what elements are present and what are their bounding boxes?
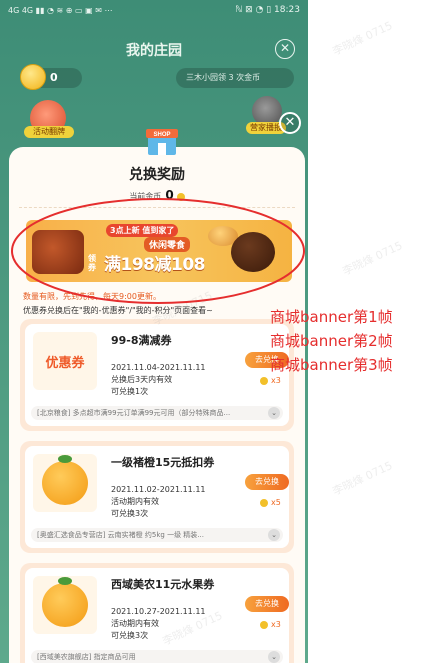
rules-note: 优惠券兑换后在"我的-优惠券"/"我的-积分"页面查看~ — [23, 306, 213, 315]
watermark: 李晓烽 0715 — [330, 458, 395, 498]
banner-tag: 3点上新 值到家了 — [106, 224, 179, 237]
coupon-footer-text: [西域美农旗舰店] 指定商品可用 — [37, 653, 136, 661]
coin-icon — [20, 64, 46, 90]
coupon-card-body: 西域美农11元水果券 2021.10.27-2021.11.11 活动期内有效 … — [25, 568, 289, 663]
coupon-limit: 可兑换3次 — [111, 631, 149, 640]
banner-headline: 满198减108 — [104, 255, 205, 275]
gold-value: 0 — [165, 188, 174, 202]
chevron-down-icon[interactable]: ⌄ — [268, 651, 280, 663]
status-clock: ℕ ⊠ ◔ ▯ 18:23 — [235, 5, 300, 15]
modal-title: 兑换奖励 — [129, 167, 185, 183]
chevron-down-icon[interactable]: ⌄ — [268, 529, 280, 541]
redeem-modal: SHOP 兑换奖励 当前金币 0 3点上新 值到家了 休闲零食 领券 满198减1… — [9, 129, 305, 663]
watermark: 李晓烽 0715 — [330, 18, 395, 58]
coupon-validity: 活动期内有效 — [111, 619, 159, 628]
coupon-footer[interactable]: [北京粮食] 多点超市满99元订单满99元可用（部分特殊商品... ⌄ — [31, 406, 283, 420]
coupon-name: 西域美农11元水果券 — [111, 578, 215, 591]
status-icons: 4G 4G ▮▮ ◔ ≋ ⊕ ▭ ▣ ✉ ⋯ — [8, 5, 113, 15]
coupon-cost: x3 — [260, 376, 281, 385]
coupon-card: 一级褚橙15元抵扣券 2021.11.02-2021.11.11 活动期内有效 … — [20, 441, 294, 553]
coupon-date: 2021.11.02-2021.11.11 — [111, 485, 206, 494]
status-bar: 4G 4G ▮▮ ◔ ≋ ⊕ ▭ ▣ ✉ ⋯ ℕ ⊠ ◔ ▯ 18:23 — [0, 0, 308, 20]
phone-screen: 4G 4G ▮▮ ◔ ≋ ⊕ ▭ ▣ ✉ ⋯ ℕ ⊠ ◔ ▯ 18:23 我的庄… — [0, 0, 308, 663]
orange-image — [42, 577, 88, 627]
update-note: 数量有限，先到先得，每天9:00更新。 — [23, 292, 161, 301]
redeem-button[interactable]: 去兑换 — [245, 596, 289, 612]
coupon-validity: 活动期内有效 — [111, 497, 159, 506]
chevron-down-icon[interactable]: ⌄ — [268, 407, 280, 419]
coupon-date: 2021.11.04-2021.11.11 — [111, 363, 206, 372]
annotation-frame-1: 商城banner第1帧 — [270, 308, 393, 326]
farm-tip-pill[interactable]: 三木小园领 3 次金币 — [176, 68, 294, 88]
coupon-name: 99-8满减券 — [111, 334, 172, 347]
gold-balance-row: 当前金币 0 — [9, 188, 305, 202]
coupon-card: 西域美农11元水果券 2021.10.27-2021.11.11 活动期内有效 … — [20, 563, 294, 663]
farm-title: 我的庄园 — [126, 43, 182, 59]
coupon-card-body: 优惠券 99-8满减券 2021.11.04-2021.11.11 兑换后3天内… — [25, 324, 289, 426]
annotation-frame-2: 商城banner第2帧 — [270, 332, 393, 350]
coupon-cost: x3 — [260, 620, 281, 629]
coupon-meta: 2021.11.02-2021.11.11 活动期内有效 可兑换3次 — [111, 484, 206, 520]
coupon-cost-value: x3 — [271, 376, 281, 385]
coupon-footer-text: [北京粮食] 多点超市满99元订单满99元可用（部分特殊商品... — [37, 409, 231, 417]
coupon-thumb: 优惠券 — [33, 332, 97, 390]
orange-image — [42, 455, 88, 505]
watermark: 李晓烽 0715 — [340, 238, 405, 278]
coin-icon — [260, 498, 268, 507]
shop-icon: SHOP — [146, 129, 178, 155]
coin-icon — [260, 620, 268, 629]
gold-coin-icon — [176, 192, 185, 201]
coupon-footer[interactable]: [西域美农旗舰店] 指定商品可用 ⌄ — [31, 650, 283, 663]
coin-icon — [260, 376, 268, 385]
leaf-icon — [58, 577, 72, 585]
banner-snack-image — [32, 230, 84, 274]
coupon-card-body: 一级褚橙15元抵扣券 2021.11.02-2021.11.11 活动期内有效 … — [25, 446, 289, 548]
redeem-button[interactable]: 去兑换 — [245, 474, 289, 490]
coupon-card: 优惠券 99-8满减券 2021.11.04-2021.11.11 兑换后3天内… — [20, 319, 294, 431]
divider — [19, 207, 295, 208]
banner-tag2-text: 值到家了 — [142, 226, 175, 235]
coupon-cost-value: x3 — [271, 620, 281, 629]
coupon-footer-text: [奥盛汇选食品专营店] 云南实褚橙 约5kg 一级 精装... — [37, 531, 204, 539]
mall-banner[interactable]: 3点上新 值到家了 休闲零食 领券 满198减108 — [26, 220, 292, 282]
farm-close-button[interactable]: ✕ — [275, 39, 295, 59]
coupon-name: 一级褚橙15元抵扣券 — [111, 456, 215, 469]
banner-tag-text: 3点上新 — [110, 226, 140, 235]
coupon-footer[interactable]: [奥盛汇选食品专营店] 云南实褚橙 约5kg 一级 精装... ⌄ — [31, 528, 283, 542]
coupon-thumb-text: 优惠券 — [45, 355, 85, 371]
modal-close-button[interactable]: ✕ — [279, 112, 301, 134]
gold-label: 当前金币 — [129, 192, 162, 201]
coin-balance: 0 — [50, 71, 58, 84]
coupon-validity: 兑换后3天内有效 — [111, 375, 173, 384]
coupon-limit: 可兑换1次 — [111, 387, 149, 396]
coin-balance-pill: 0 — [20, 64, 82, 90]
activity-flip-label[interactable]: 活动翻牌 — [24, 126, 74, 138]
coupon-thumb — [33, 454, 97, 512]
coupon-cost-value: x5 — [271, 498, 281, 507]
annotation-frame-3: 商城banner第3帧 — [270, 356, 393, 374]
coupon-meta: 2021.11.04-2021.11.11 兑换后3天内有效 可兑换1次 — [111, 362, 206, 398]
coupon-limit: 可兑换3次 — [111, 509, 149, 518]
banner-chocopie-image — [231, 232, 275, 272]
leaf-icon — [58, 455, 72, 463]
coupon-cost: x5 — [260, 498, 281, 507]
coupon-thumb — [33, 576, 97, 634]
banner-label: 领券 — [88, 254, 96, 272]
coupon-meta: 2021.10.27-2021.11.11 活动期内有效 可兑换3次 — [111, 606, 206, 642]
coupon-date: 2021.10.27-2021.11.11 — [111, 607, 206, 616]
svg-text:SHOP: SHOP — [153, 132, 170, 138]
